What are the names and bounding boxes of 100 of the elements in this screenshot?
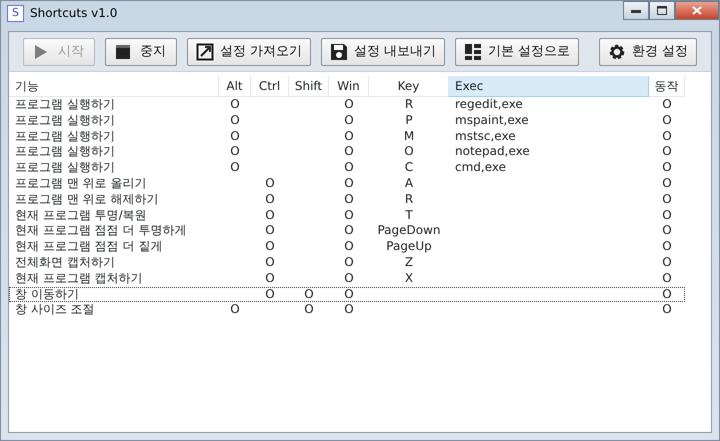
grid-icon (464, 42, 482, 60)
table-cell-text: O (264, 254, 276, 271)
table-cell-text: O (661, 270, 673, 287)
table-cell-text: 창 이동하기 (14, 286, 80, 302)
table-cell-text: PageUp (385, 239, 433, 255)
table-cell-text: P (404, 112, 414, 129)
table-cell-text: O (229, 144, 241, 160)
table-cell-text: O (661, 254, 673, 271)
table-row[interactable]: 프로그램 맨 위로 올리기 O O A O (9, 176, 685, 192)
column-header[interactable]: 동작 (649, 76, 685, 97)
table-cell-text: O (264, 223, 276, 240)
toolbar-button[interactable]: 설정 가져오기 (187, 38, 311, 66)
table-cell-text: O (343, 176, 355, 192)
table-cell-text: O (661, 223, 673, 240)
table-cell-text: 프로그램 실행하기 (14, 97, 116, 113)
column-header[interactable]: Win (329, 76, 369, 97)
table-cell-text: O (343, 286, 355, 302)
table-cell-text: A (404, 176, 414, 192)
table-cell-text: C (404, 160, 414, 176)
table-cell-text: R (404, 97, 414, 113)
table-cell-text: O (343, 112, 355, 129)
table-cell-text: mstsc,exe (454, 128, 517, 144)
table-cell-text: 현재 프로그램 점점 더 짙게 (14, 239, 164, 255)
table-cell-text: O (303, 286, 315, 302)
table-cell-text: PageDown (376, 223, 442, 240)
toolbar-button[interactable]: 중지 (105, 38, 177, 66)
column-header[interactable]: Shift (289, 76, 329, 97)
table-cell-text: 프로그램 실행하기 (14, 112, 116, 129)
toolbar-button[interactable]: 환경 설정 (598, 38, 697, 66)
table-cell-text: O (264, 192, 276, 208)
table-cell-text: O (343, 192, 355, 208)
table-cell-text: O (343, 239, 355, 255)
selected-row[interactable]: 창 이동하기 O O O O (9, 286, 685, 302)
table-row[interactable]: 현재 프로그램 투명/복원 O O T O (9, 208, 685, 224)
toolbar-button[interactable]: 설정 내보내기 (320, 38, 445, 66)
column-header[interactable]: Ctrl (251, 76, 289, 97)
table-cell-text: R (404, 192, 414, 208)
column-header[interactable]: Alt (219, 76, 251, 97)
table-row[interactable]: 프로그램 실행하기 O O M mstsc,exe O (9, 128, 685, 144)
table-cell-text: O (229, 112, 241, 129)
table-row[interactable]: 창 사이즈 조절 O O O O (9, 302, 685, 318)
table-cell-text: 현재 프로그램 캡처하기 (14, 270, 144, 287)
maximize-button[interactable] (649, 1, 675, 20)
minimize-button[interactable] (623, 1, 649, 20)
table-row[interactable]: 프로그램 맨 위로 해제하기 O O R O (9, 192, 685, 208)
table-cell-text: O (264, 286, 276, 302)
table-row[interactable]: 현재 프로그램 점점 더 투명하게 O O PageDown O (9, 223, 685, 240)
toolbar-button[interactable]: 기본 설정으로 (454, 38, 579, 66)
table-cell-text: O (661, 192, 673, 208)
app-icon: S (7, 4, 24, 22)
table-row[interactable]: 프로그램 실행하기 O O C cmd,exe O (9, 160, 685, 176)
table-cell-text: O (303, 302, 315, 318)
table-cell-text: O (343, 208, 355, 224)
table-row[interactable]: 프로그램 실행하기 O O O notepad,exe O (9, 144, 685, 160)
table-cell-text: 프로그램 맨 위로 올리기 (14, 176, 148, 192)
table-cell-text: 전체화면 캡처하기 (14, 254, 116, 271)
table-row[interactable]: 전체화면 캡처하기 O O Z O (9, 254, 685, 271)
table-cell-text: X (404, 270, 414, 287)
table-cell-text: O (229, 160, 241, 176)
table-cell-text: notepad,exe (454, 144, 531, 160)
close-button[interactable] (675, 1, 719, 20)
settings-icon (608, 42, 626, 60)
table-cell-text: 창 사이즈 조절 (14, 302, 96, 318)
table-cell-text: O (264, 176, 276, 192)
table-cell-text: O (661, 302, 673, 318)
table-cell-text: T (404, 208, 414, 224)
table-cell-text: O (229, 97, 241, 113)
import-icon (196, 42, 214, 60)
close-icon (692, 6, 702, 15)
table-cell-text: mspaint,exe (454, 112, 530, 129)
table-cell-text: O (661, 208, 673, 224)
table-cell-text: O (661, 239, 673, 255)
table-cell-text: O (264, 208, 276, 224)
table-cell-text: O (343, 254, 355, 271)
table-cell-text: 프로그램 실행하기 (14, 128, 116, 144)
column-header[interactable]: Exec (449, 76, 649, 97)
table-cell-text: O (403, 144, 415, 160)
table-cell-text: O (264, 270, 276, 287)
table-cell-text: O (264, 239, 276, 255)
column-header[interactable]: 기능 (9, 76, 219, 97)
table-cell-text: O (229, 302, 241, 318)
table-cell-text: regedit,exe (454, 97, 524, 113)
table-cell-text: M (402, 128, 416, 144)
table-cell-text: 프로그램 맨 위로 해제하기 (14, 192, 160, 208)
table-cell-text: O (661, 176, 673, 192)
table-row[interactable]: 현재 프로그램 점점 더 짙게 O O PageUp O (9, 239, 685, 255)
table-cell-text: O (343, 128, 355, 144)
table-cell-text: O (343, 144, 355, 160)
stop-icon (114, 42, 132, 60)
minimize-icon (631, 8, 641, 12)
table-cell-text: 현재 프로그램 투명/복원 (14, 208, 148, 224)
table-cell-text: O (661, 286, 673, 302)
table-row[interactable]: 현재 프로그램 캡처하기 O O X O (9, 270, 685, 287)
table-cell-text: O (229, 128, 241, 144)
window-title: Shortcuts v1.0 (30, 5, 118, 22)
table-row[interactable]: 프로그램 실행하기 O O P mspaint,exe O (9, 112, 685, 129)
table-cell-text: 현재 프로그램 점점 더 투명하게 (14, 223, 188, 240)
table-cell-text: O (661, 112, 673, 129)
table-cell-text: Z (404, 254, 414, 271)
table-row[interactable]: 프로그램 실행하기 O O R regedit,exe O (9, 97, 685, 113)
